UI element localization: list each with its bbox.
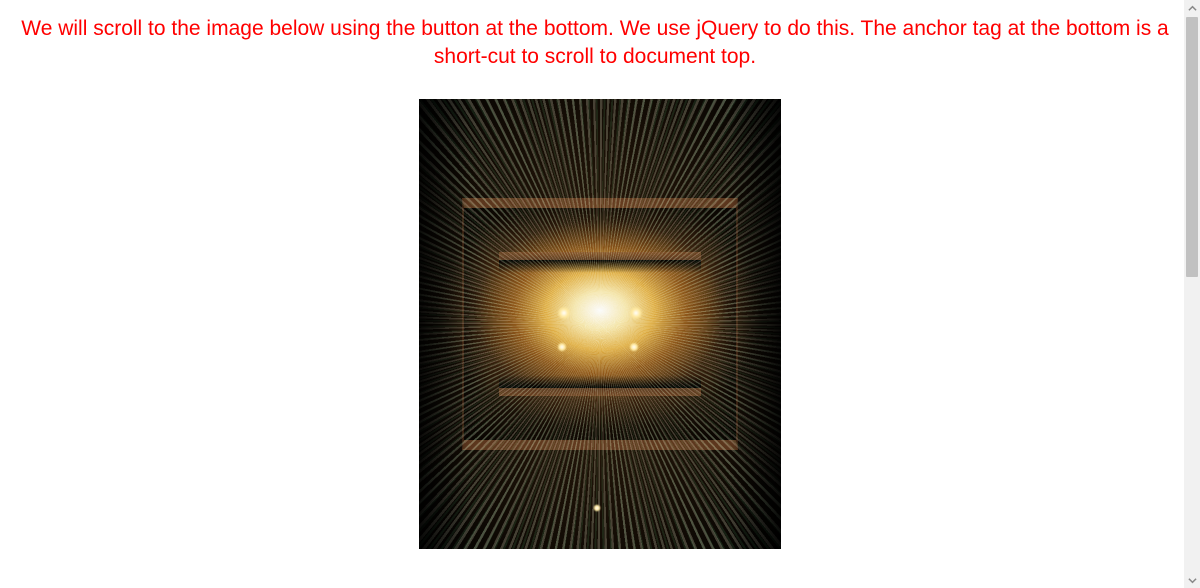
chevron-up-icon (1188, 4, 1197, 13)
scroll-up-button[interactable] (1184, 0, 1200, 16)
scrollbar-thumb[interactable] (1186, 17, 1198, 277)
page-description: We will scroll to the image below using … (0, 0, 1200, 77)
hero-image-container (0, 99, 1200, 554)
hero-image (419, 99, 781, 549)
scroll-down-button[interactable] (1184, 572, 1200, 588)
vertical-scrollbar[interactable] (1184, 0, 1200, 588)
chevron-down-icon (1188, 576, 1197, 585)
